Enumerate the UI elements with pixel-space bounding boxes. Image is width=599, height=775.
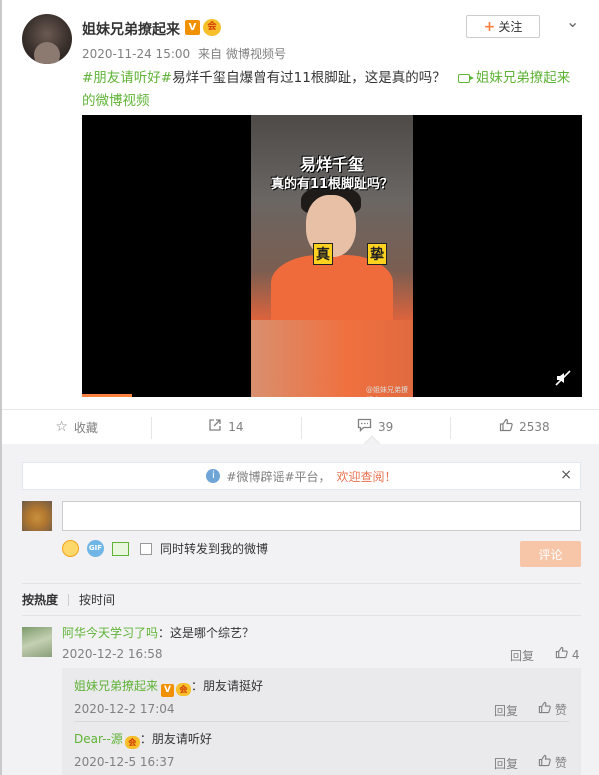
follow-button[interactable]: + 关注: [466, 15, 540, 38]
follow-label: 关注: [498, 20, 523, 34]
repost-button[interactable]: 14: [151, 410, 300, 444]
repost-checkbox-label[interactable]: 同时转发到我的微博: [160, 540, 268, 557]
reply-line: Dear--源会：朋友请听好: [74, 730, 212, 749]
share-icon: [208, 418, 222, 436]
favorite-label: 收藏: [73, 420, 98, 435]
comment-time: 2020-12-2 16:58: [62, 647, 163, 661]
star-icon: ☆: [55, 419, 68, 435]
thumb-up-icon: [538, 701, 551, 717]
repost-count: 14: [228, 420, 244, 434]
reply-divider: [74, 721, 569, 722]
reply-reply-button[interactable]: 回复: [494, 702, 518, 719]
like-button[interactable]: 2538: [449, 410, 599, 444]
reply-time: 2020-12-5 16:37: [74, 755, 175, 769]
video-sticker-right: 挚: [367, 243, 387, 265]
comment-input[interactable]: [62, 501, 581, 531]
comment-count: 39: [377, 420, 394, 434]
post-text: #朋友请听好#易烊千玺自爆曾有过11根脚趾，这是真的吗？ 姐妹兄弟撩起来的微博视频: [82, 67, 587, 113]
image-icon[interactable]: [112, 541, 129, 556]
reply-like-label: 赞: [554, 756, 567, 770]
reply-user[interactable]: 姐妹兄弟撩起来: [74, 679, 158, 693]
author-name[interactable]: 姐妹兄弟撩起来: [82, 19, 180, 39]
mute-icon[interactable]: [555, 370, 571, 390]
member-crown-icon[interactable]: 会: [124, 736, 140, 749]
like-count: 2538: [519, 420, 550, 434]
video-caption-title: 易烊千玺: [299, 155, 364, 174]
notice-tag[interactable]: #微博辟谣#平台，: [226, 468, 330, 485]
hashtag-link[interactable]: #朋友请听好#: [82, 70, 172, 86]
comment-reply-button[interactable]: 回复: [510, 647, 534, 664]
commenter-name[interactable]: 阿华今天学习了吗: [62, 626, 158, 640]
notice-bar: i #微博辟谣#平台， 欢迎查阅！ ×: [22, 462, 581, 490]
member-crown-icon[interactable]: 会: [176, 683, 192, 696]
thumb-up-icon: [555, 646, 572, 662]
close-icon[interactable]: ×: [560, 467, 572, 483]
verified-badge-icon[interactable]: V: [185, 20, 200, 35]
comment-like-count: 4: [571, 648, 580, 662]
member-crown-icon[interactable]: 会: [203, 19, 221, 36]
info-icon: i: [206, 469, 221, 483]
reply-user[interactable]: Dear--源: [74, 732, 123, 746]
sort-by-time[interactable]: 按时间: [79, 591, 115, 608]
thumb-up-icon: [538, 754, 551, 770]
reply-text: ：朋友请挺好: [191, 679, 264, 693]
video-watermark: @姐妹兄弟撩起来: [366, 386, 408, 397]
comment-tool-row: GIF 同时转发到我的微博: [62, 540, 268, 557]
comment-icon: [357, 418, 372, 436]
verified-badge-icon[interactable]: V: [161, 684, 175, 697]
plus-icon: +: [483, 18, 496, 35]
sort-row: 按热度 按时间: [22, 583, 581, 616]
post-time[interactable]: 2020-11-24 15:00: [82, 47, 190, 61]
reply-line: 姐妹兄弟撩起来 V 会：朋友请挺好: [74, 677, 263, 697]
reply-time: 2020-12-2 17:04: [74, 702, 175, 716]
video-camera-icon: [457, 73, 474, 83]
chevron-down-icon[interactable]: ⌄: [566, 12, 579, 31]
notice-highlight[interactable]: 欢迎查阅！: [337, 468, 397, 485]
post-source[interactable]: 微博视频号: [226, 47, 286, 61]
comment-like-button[interactable]: 4: [555, 646, 579, 662]
video-link-line2[interactable]: 的微博视频: [82, 93, 150, 109]
comment-text: ：这是哪个综艺？: [158, 626, 255, 640]
video-link-line1[interactable]: 姐妹兄弟撩起来: [476, 70, 571, 86]
author-avatar[interactable]: [22, 14, 72, 64]
reply-list: 姐妹兄弟撩起来 V 会：朋友请挺好 2020-12-2 17:04 回复 赞 Dea…: [62, 668, 581, 775]
sort-divider: [68, 593, 70, 606]
sort-by-hot[interactable]: 按热度: [22, 591, 58, 608]
reply-like-button[interactable]: 赞: [538, 701, 567, 718]
emoji-icon[interactable]: [62, 540, 79, 557]
video-sticker-left: 真: [313, 243, 333, 265]
comment-line: 阿华今天学习了吗：这是哪个综艺？: [62, 624, 254, 641]
submit-comment-button[interactable]: 评论: [520, 541, 581, 567]
repost-checkbox[interactable]: [140, 542, 152, 555]
video-caption-question: 真的有11根脚趾吗？: [270, 177, 394, 192]
comment-area: i #微博辟谣#平台， 欢迎查阅！ × GIF 同时转发到我的微博 评论 按热度…: [2, 444, 599, 775]
favorite-button[interactable]: ☆ 收藏: [2, 410, 151, 444]
thumb-up-icon: [499, 418, 513, 436]
post-meta: 2020-11-24 15:00 来自 微博视频号: [82, 45, 290, 62]
reply-like-button[interactable]: 赞: [538, 754, 567, 771]
reply-like-label: 赞: [554, 703, 567, 717]
video-player[interactable]: 易烊千玺 真的有11根脚趾吗？ 真 挚 @姐妹兄弟撩起来: [82, 115, 582, 397]
reply-text: ：朋友请听好: [139, 732, 212, 746]
video-progress-bar[interactable]: [82, 394, 132, 397]
action-bar: ☆ 收藏 14 39 2538: [2, 409, 599, 444]
video-frame: 易烊千玺 真的有11根脚趾吗？ 真 挚 @姐妹兄弟撩起来: [251, 115, 413, 397]
my-avatar: [22, 501, 52, 531]
reply-reply-button[interactable]: 回复: [494, 755, 518, 772]
gif-icon[interactable]: GIF: [87, 540, 104, 557]
commenter-avatar[interactable]: [22, 627, 52, 657]
source-prefix: 来自: [197, 47, 222, 61]
post-body: 易烊千玺自爆曾有过11根脚趾，这是真的吗？: [172, 70, 446, 86]
